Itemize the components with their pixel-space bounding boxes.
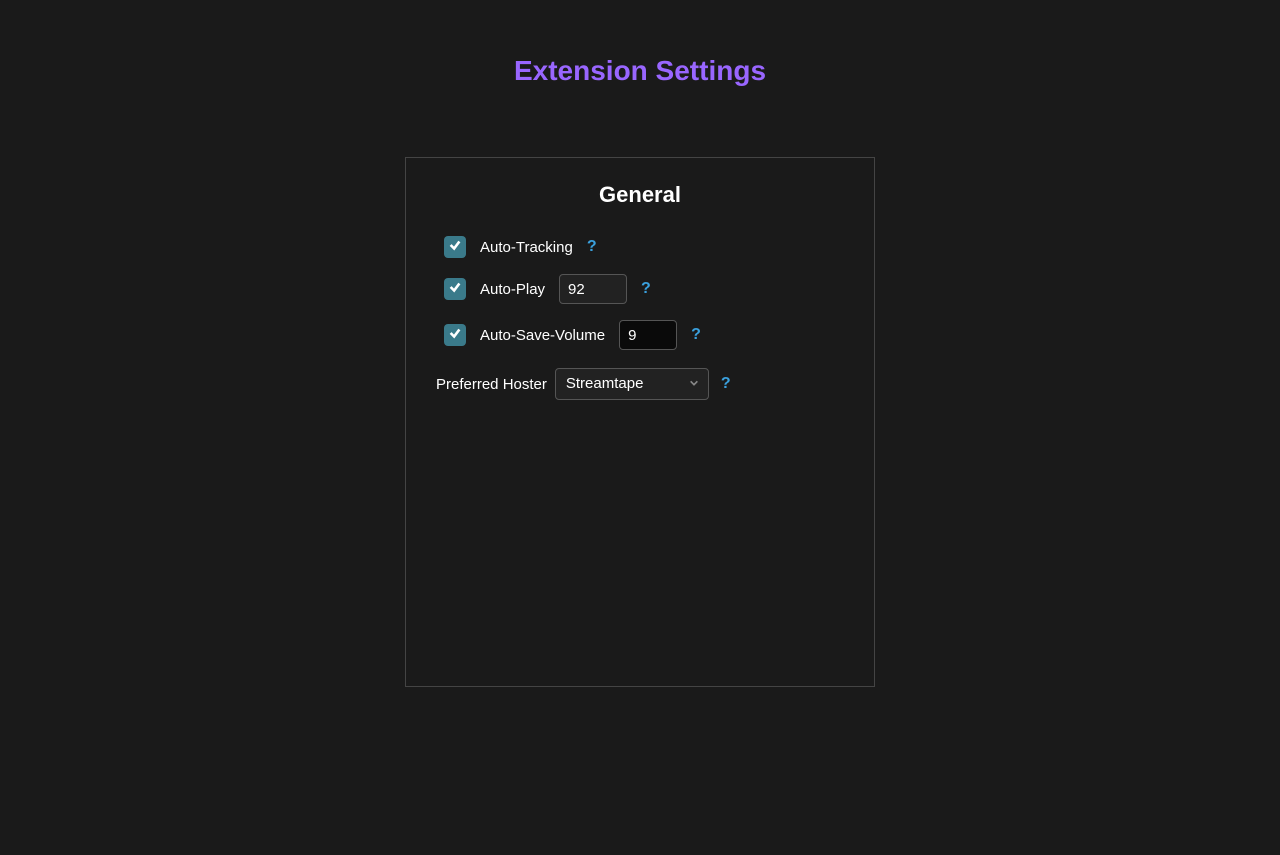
page-title: Extension Settings xyxy=(0,55,1280,87)
auto-play-input[interactable] xyxy=(559,274,627,304)
panel-title: General xyxy=(436,182,844,208)
checkmark-icon xyxy=(448,238,462,257)
auto-play-help-icon[interactable]: ? xyxy=(641,280,651,298)
preferred-hoster-help-icon[interactable]: ? xyxy=(721,375,731,393)
auto-save-volume-help-icon[interactable]: ? xyxy=(691,326,701,344)
preferred-hoster-label: Preferred Hoster xyxy=(436,376,547,393)
checkmark-icon xyxy=(448,326,462,345)
preferred-hoster-select-wrap: Streamtape xyxy=(555,368,709,400)
auto-play-label: Auto-Play xyxy=(480,281,545,298)
auto-save-volume-input[interactable] xyxy=(619,320,677,350)
auto-tracking-checkbox[interactable] xyxy=(444,236,466,258)
preferred-hoster-select[interactable]: Streamtape xyxy=(555,368,709,400)
checkmark-icon xyxy=(448,280,462,299)
auto-save-volume-checkbox[interactable] xyxy=(444,324,466,346)
general-panel: General Auto-Tracking ? Auto-Play ? Auto… xyxy=(405,157,875,687)
auto-save-volume-label: Auto-Save-Volume xyxy=(480,327,605,344)
auto-tracking-row: Auto-Tracking ? xyxy=(436,236,844,258)
auto-play-row: Auto-Play ? xyxy=(436,274,844,304)
auto-play-checkbox[interactable] xyxy=(444,278,466,300)
auto-tracking-help-icon[interactable]: ? xyxy=(587,238,597,256)
auto-save-volume-row: Auto-Save-Volume ? xyxy=(436,320,844,350)
preferred-hoster-row: Preferred Hoster Streamtape ? xyxy=(436,368,844,400)
auto-tracking-label: Auto-Tracking xyxy=(480,239,573,256)
